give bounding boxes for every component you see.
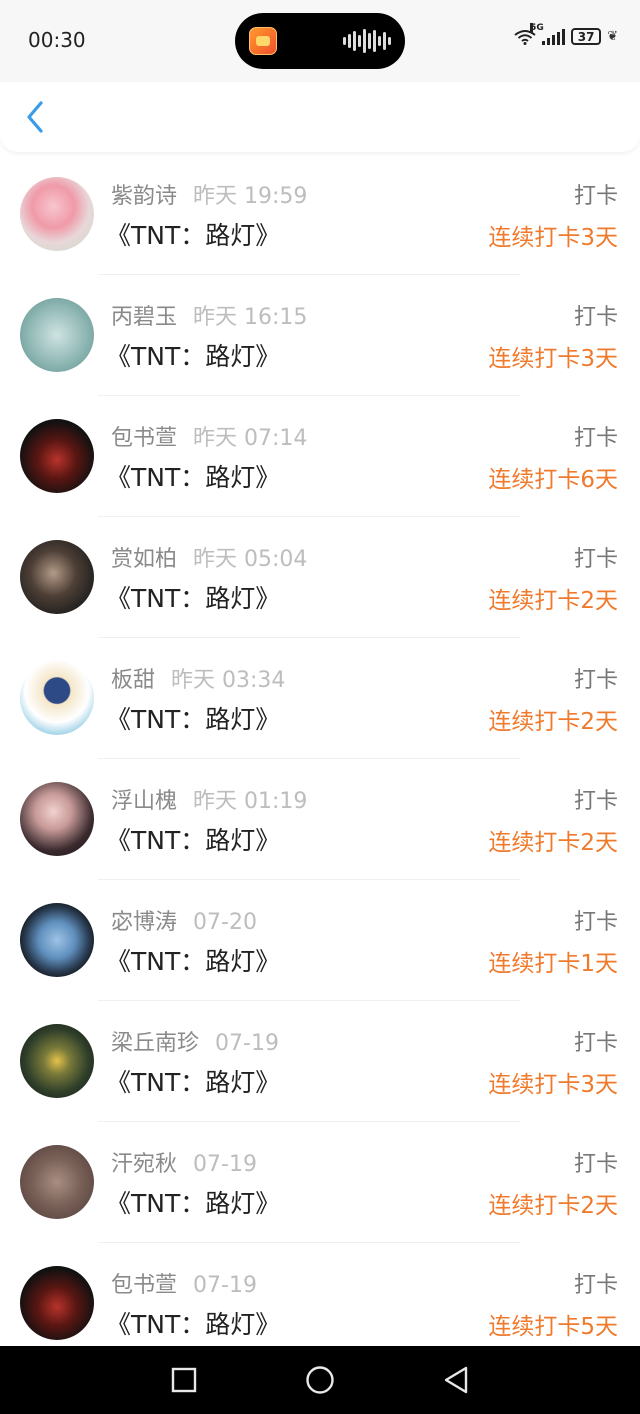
list-item[interactable]: 包书萱 昨天 07:14 《TNT：路灯》 打卡 连续打卡6天 xyxy=(0,396,640,517)
avatar[interactable] xyxy=(20,177,94,251)
avatar[interactable] xyxy=(20,1145,94,1219)
book-title: 《TNT：路灯》 xyxy=(106,342,281,371)
checkin-time: 07-19 xyxy=(193,1152,257,1177)
app-icon xyxy=(249,27,277,55)
checkin-label: 打卡 xyxy=(573,668,618,693)
checkin-label: 打卡 xyxy=(573,305,618,330)
streak-count: 连续打卡3天 xyxy=(488,1072,618,1098)
checkin-time: 昨天 07:14 xyxy=(193,426,308,451)
checkin-time: 07-20 xyxy=(193,910,257,935)
avatar[interactable] xyxy=(20,661,94,735)
avatar[interactable] xyxy=(20,540,94,614)
book-title: 《TNT：路灯》 xyxy=(106,1068,281,1097)
battery-indicator: 37 xyxy=(571,28,602,45)
book-title: 《TNT：路灯》 xyxy=(106,705,281,734)
checkin-label: 打卡 xyxy=(573,426,618,451)
checkin-time: 07-19 xyxy=(193,1273,257,1298)
system-back-button[interactable] xyxy=(436,1360,476,1400)
checkin-label: 打卡 xyxy=(573,1273,618,1298)
streak-count: 连续打卡3天 xyxy=(488,346,618,372)
list-item[interactable]: 紫韵诗 昨天 19:59 《TNT：路灯》 打卡 连续打卡3天 xyxy=(0,154,640,275)
list-item[interactable]: 赏如柏 昨天 05:04 《TNT：路灯》 打卡 连续打卡2天 xyxy=(0,517,640,638)
checkin-time: 昨天 03:34 xyxy=(171,668,286,693)
checkin-label: 打卡 xyxy=(573,547,618,572)
avatar[interactable] xyxy=(20,419,94,493)
checkin-list: 紫韵诗 昨天 19:59 《TNT：路灯》 打卡 连续打卡3天 丙碧玉 昨天 16:… xyxy=(0,154,640,1364)
checkin-time: 07-19 xyxy=(215,1031,279,1056)
triangle-back-icon xyxy=(444,1366,468,1394)
user-name: 梁丘南珍 07-19 xyxy=(111,1031,279,1056)
streak-count: 连续打卡5天 xyxy=(488,1314,618,1340)
book-title: 《TNT：路灯》 xyxy=(106,947,281,976)
user-name: 紫韵诗 昨天 19:59 xyxy=(111,184,308,209)
checkin-time: 昨天 01:19 xyxy=(193,789,308,814)
streak-count: 连续打卡3天 xyxy=(488,225,618,251)
checkin-time: 昨天 05:04 xyxy=(193,547,308,572)
user-name: 宓博涛 07-20 xyxy=(111,910,257,935)
network-type: 5G xyxy=(530,22,544,33)
chevron-left-icon xyxy=(27,101,43,133)
user-name: 板甜 昨天 03:34 xyxy=(111,668,286,693)
user-name: 赏如柏 昨天 05:04 xyxy=(111,547,308,572)
book-title: 《TNT：路灯》 xyxy=(106,221,281,250)
user-name: 包书萱 昨天 07:14 xyxy=(111,426,308,451)
user-name: 汗宛秋 07-19 xyxy=(111,1152,257,1177)
streak-count: 连续打卡2天 xyxy=(488,588,618,614)
dynamic-island xyxy=(235,13,405,69)
list-item[interactable]: 宓博涛 07-20 《TNT：路灯》 打卡 连续打卡1天 xyxy=(0,880,640,1001)
book-title: 《TNT：路灯》 xyxy=(106,1310,281,1339)
square-icon xyxy=(171,1367,197,1393)
list-item[interactable]: 汗宛秋 07-19 《TNT：路灯》 打卡 连续打卡2天 xyxy=(0,1122,640,1243)
leaf-icon: ❦ xyxy=(607,29,618,44)
checkin-label: 打卡 xyxy=(573,184,618,209)
book-title: 《TNT：路灯》 xyxy=(106,463,281,492)
streak-count: 连续打卡2天 xyxy=(488,1193,618,1219)
avatar[interactable] xyxy=(20,782,94,856)
list-item[interactable]: 板甜 昨天 03:34 《TNT：路灯》 打卡 连续打卡2天 xyxy=(0,638,640,759)
status-bar: 00:30 5G 37 ❦ xyxy=(0,0,640,82)
back-button[interactable] xyxy=(18,98,52,136)
user-name: 丙碧玉 昨天 16:15 xyxy=(111,305,308,330)
home-button[interactable] xyxy=(300,1360,340,1400)
recent-apps-button[interactable] xyxy=(164,1360,204,1400)
checkin-time: 昨天 19:59 xyxy=(193,184,308,209)
list-item[interactable]: 丙碧玉 昨天 16:15 《TNT：路灯》 打卡 连续打卡3天 xyxy=(0,275,640,396)
status-time: 00:30 xyxy=(28,28,86,52)
checkin-time: 昨天 16:15 xyxy=(193,305,308,330)
top-nav-bar xyxy=(0,82,640,152)
book-title: 《TNT：路灯》 xyxy=(106,826,281,855)
avatar[interactable] xyxy=(20,298,94,372)
checkin-label: 打卡 xyxy=(573,789,618,814)
book-title: 《TNT：路灯》 xyxy=(106,584,281,613)
circle-icon xyxy=(306,1366,334,1394)
avatar[interactable] xyxy=(20,1024,94,1098)
user-name: 包书萱 07-19 xyxy=(111,1273,257,1298)
signal-icon: 5G xyxy=(530,22,566,45)
streak-count: 连续打卡2天 xyxy=(488,709,618,735)
audio-wave-icon xyxy=(343,27,391,55)
list-item[interactable]: 梁丘南珍 07-19 《TNT：路灯》 打卡 连续打卡3天 xyxy=(0,1001,640,1122)
checkin-label: 打卡 xyxy=(573,1031,618,1056)
checkin-label: 打卡 xyxy=(573,910,618,935)
system-nav-bar xyxy=(0,1346,640,1414)
streak-count: 连续打卡6天 xyxy=(488,467,618,493)
checkin-label: 打卡 xyxy=(573,1152,618,1177)
book-title: 《TNT：路灯》 xyxy=(106,1189,281,1218)
streak-count: 连续打卡2天 xyxy=(488,830,618,856)
avatar[interactable] xyxy=(20,1266,94,1340)
user-name: 浮山槐 昨天 01:19 xyxy=(111,789,308,814)
list-item[interactable]: 浮山槐 昨天 01:19 《TNT：路灯》 打卡 连续打卡2天 xyxy=(0,759,640,880)
streak-count: 连续打卡1天 xyxy=(488,951,618,977)
avatar[interactable] xyxy=(20,903,94,977)
